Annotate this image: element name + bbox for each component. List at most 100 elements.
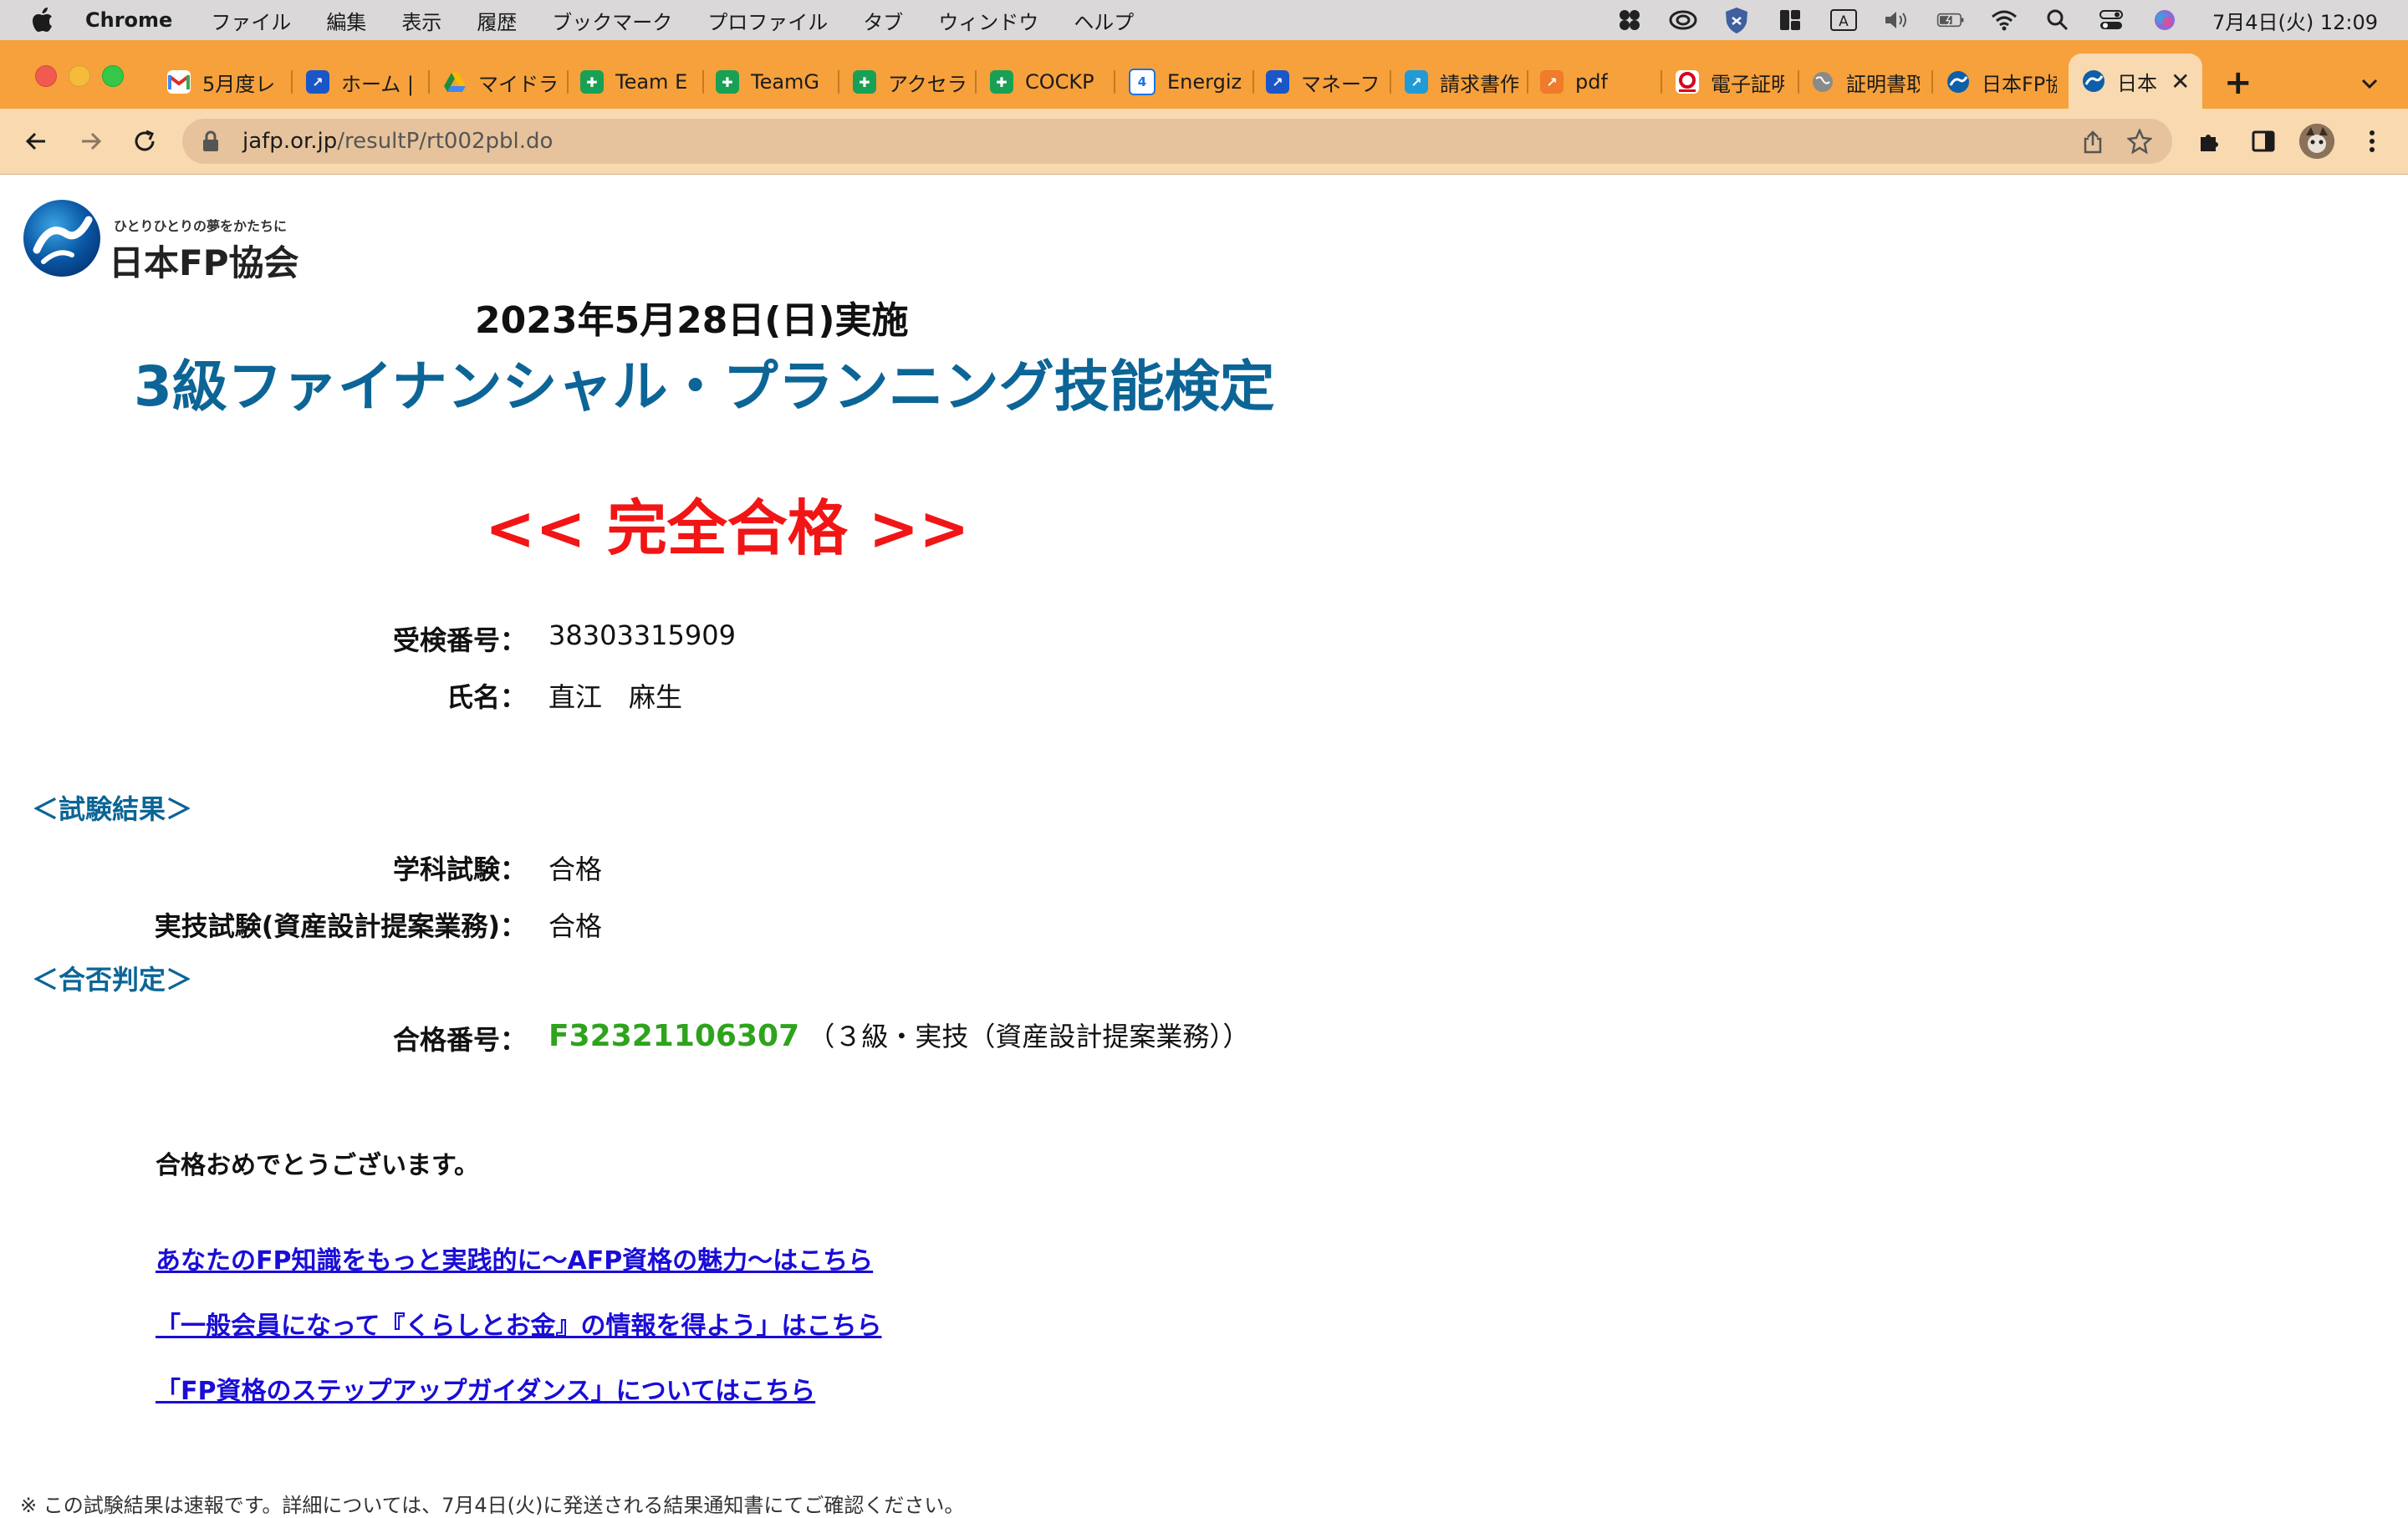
tab-separator [428,70,430,94]
volume-icon[interactable] [1883,8,1911,33]
written-exam-value: 合格 [548,853,603,885]
tab-title: 5月度レ [202,72,276,96]
written-exam-label: 学科試験： [392,853,527,885]
extensions-puzzle-icon[interactable] [2196,127,2224,155]
results-heading: ＜試験結果＞ [32,793,193,825]
tab-accelerator-sheet[interactable]: ✚ アクセラ [853,59,967,105]
spotlight-search-icon[interactable] [2043,8,2072,33]
browser-tab-strip: 5月度レ ↗ ホーム | マイドラ ✚ Team E ✚ TeamG ✚ アクセ… [0,40,2408,109]
practical-exam-value: 合格 [548,910,603,942]
url-path: /resultP/rt002pbl.do [337,129,554,154]
logo-name: 日本FP協会 [109,242,299,283]
tab-title: マネーフ [1301,72,1380,96]
tab-title: アクセラ [888,72,967,96]
wifi-icon[interactable] [1990,8,2018,33]
menu-view[interactable]: 表示 [401,6,441,35]
menu-bar-clock[interactable]: 7月4日(火) 12:09 [2212,6,2378,35]
menu-edit[interactable]: 編集 [326,6,366,35]
window-minimize-button[interactable] [69,65,90,87]
tab-energize-calendar[interactable]: 4 Energiz [1129,59,1242,105]
tab-teamg-sheet[interactable]: ✚ TeamG [716,59,826,105]
tab-separator [838,70,839,94]
menu-bar-status-area: A 7月4日(火) 12:09 [1615,0,2408,40]
tab-separator [1798,70,1799,94]
back-button[interactable] [22,127,50,155]
reload-button[interactable] [130,127,159,155]
tab-title: 請求書作 [1440,72,1518,96]
tab-gmail[interactable]: 5月度レ [167,59,281,105]
tab-separator [1252,70,1254,94]
tab-money-forward[interactable]: ↗ マネーフ [1266,59,1380,105]
tab-title: 日本FP協 [1982,72,2057,96]
side-panel-icon[interactable] [2249,127,2278,155]
apple-menu-icon[interactable] [32,8,57,33]
step-up-guidance-link[interactable]: 「FP資格のステップアップガイダンス」についてはこちら [156,1370,815,1407]
address-bar[interactable]: jafp.or.jp/resultP/rt002pbl.do [182,119,2172,164]
tab-search-chevron-icon[interactable] [2360,74,2380,94]
pass-number-label: 合格番号： [392,1024,527,1056]
logo-tagline: ひとりひとりの夢をかたちに [114,218,288,234]
gmail-icon [167,70,191,94]
examinee-name-label: 氏名： [446,681,527,713]
tab-electronic-certificate[interactable]: 電子証明 [1676,59,1784,105]
close-tab-icon[interactable]: ✕ [2171,68,2190,95]
tab-home[interactable]: ↗ ホーム | [306,59,415,105]
tab-certificate-request[interactable]: 証明書取 [1811,59,1920,105]
url-host: jafp.or.jp [242,129,338,154]
bookmark-star-icon[interactable] [2126,127,2153,157]
profile-avatar[interactable] [2299,124,2334,159]
security-shield-icon[interactable] [1722,8,1751,33]
examinee-number-label: 受検番号： [392,624,527,656]
drive-icon [443,70,467,94]
lock-icon[interactable] [202,130,222,153]
pinwheel-icon[interactable] [1615,8,1644,33]
tab-team-e-sheet[interactable]: ✚ Team E [580,59,687,105]
forward-button[interactable] [77,127,105,155]
tab-jafp[interactable]: 日本FP協 [1946,59,2057,105]
calendar-icon: 4 [1129,69,1156,95]
control-center-icon[interactable] [2097,8,2125,33]
menu-profiles[interactable]: プロファイル [707,6,828,35]
menu-window[interactable]: ウィンドウ [938,6,1038,35]
tab-my-drive[interactable]: マイドラ [443,59,559,105]
tab-title: 電子証明 [1711,72,1784,96]
new-tab-button[interactable]: + [2224,64,2252,102]
tab-title: Team E [615,70,687,94]
tab-title: 証明書取 [1846,72,1920,96]
menu-history[interactable]: 履歴 [477,6,517,35]
menu-help[interactable]: ヘルプ [1074,6,1134,35]
footnote: ※ この試験結果は速報です。詳細については、7月4日(火)に発送される結果通知書… [20,1494,965,1517]
window-layout-icon[interactable] [1776,8,1804,33]
tab-pdf[interactable]: ↗ pdf [1540,59,1649,105]
practical-exam-label: 実技試験(資産設計提案業務)： [154,910,527,942]
jafp-logo[interactable]: ひとりひとりの夢をかたちに 日本FP協会 [22,196,306,283]
afp-info-link[interactable]: あなたのFP知識をもっと実践的に〜AFP資格の魅力〜はこちら [156,1240,873,1276]
svg-text:A: A [1839,13,1849,30]
menu-tab[interactable]: タブ [863,6,903,35]
menu-app-chrome[interactable]: Chrome [85,8,172,32]
menu-bookmarks[interactable]: ブックマーク [552,6,672,35]
menu-file[interactable]: ファイル [211,6,291,35]
chrome-menu-icon[interactable] [2358,127,2386,155]
congratulations-message: 合格おめでとうございます。 [156,1151,479,1180]
input-source-icon[interactable]: A [1829,8,1858,33]
share-icon[interactable] [2082,130,2104,157]
siri-icon[interactable] [2150,8,2179,33]
battery-icon[interactable] [1936,8,1965,33]
tab-title: マイドラ [478,72,559,96]
window-close-button[interactable] [35,65,57,87]
general-member-link[interactable]: 「一般会員になって『くらしとお金』の情報を得よう」はこちら [156,1305,882,1342]
tab-cockpit-sheet[interactable]: ✚ COCKP [990,59,1104,105]
window-zoom-button[interactable] [102,65,124,87]
tab-separator [702,70,704,94]
creative-cloud-icon[interactable] [1669,8,1697,33]
page-content: ひとりひとりの夢をかたちに 日本FP協会 2023年5月28日(日)実施 3級フ… [0,175,2408,1517]
tab-jafp-active[interactable]: 日本 ✕ [2069,53,2202,109]
sheets-icon: ✚ [580,70,604,94]
browser-toolbar: jafp.or.jp/resultP/rt002pbl.do [0,109,2408,175]
examinee-name-value: 直江 麻生 [548,681,683,713]
pass-number-row: F32321106307 （３級・実技（資産設計提案業務）） [548,1016,1249,1054]
tab-invoice[interactable]: ↗ 請求書作 [1405,59,1518,105]
url-text: jafp.or.jp/resultP/rt002pbl.do [242,129,553,154]
tab-title: ホーム | [341,72,414,96]
